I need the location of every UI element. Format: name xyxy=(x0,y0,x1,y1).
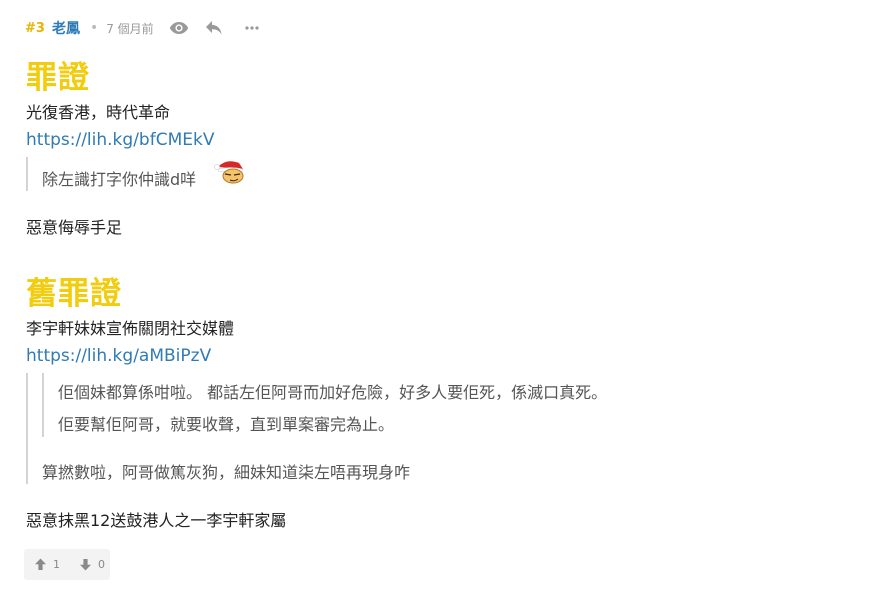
verdict-1: 惡意侮辱手足 xyxy=(26,218,123,237)
quote-bar-1 xyxy=(26,157,28,191)
thread-link-1[interactable]: https://lih.kg/bfCMEkV xyxy=(26,130,214,150)
thread-link-2[interactable]: https://lih.kg/aMBiPzV xyxy=(26,346,211,366)
santa-emoji-icon xyxy=(212,157,248,189)
separator-dot: • xyxy=(89,20,99,36)
thumbs-up-icon xyxy=(34,558,47,571)
quote-text-1: 除左識打字你仲識d咩 xyxy=(42,166,196,190)
thumbs-down-icon xyxy=(79,558,92,571)
vote-bar: 1 0 xyxy=(24,549,110,580)
heading-evidence: 罪證 xyxy=(26,60,90,96)
post-header: #3 老鳳 • 7 個月前 xyxy=(25,16,259,40)
floor-number: #3 xyxy=(25,20,45,36)
nested-quote-line-1: 佢個妹都算係咁啦。 都話左佢阿哥而加好危險，好多人要佢死，係滅口真死。 xyxy=(58,383,608,402)
heading-old-evidence: 舊罪證 xyxy=(26,276,122,312)
author-name[interactable]: 老鳳 xyxy=(52,18,80,38)
verdict-2: 惡意抹黑12送鼓港人之一李宇軒家屬 xyxy=(26,511,287,530)
upvote-count: 1 xyxy=(53,558,60,571)
upvote-button[interactable]: 1 xyxy=(34,558,60,571)
nested-quote-line-2: 佢要幫佢阿哥，就要收聲，直到單案審完為止。 xyxy=(58,415,395,434)
quote-text-1-content: 除左識打字你仲識d咩 xyxy=(42,170,197,189)
downvote-button[interactable]: 0 xyxy=(79,558,105,571)
thread-title-2: 李宇軒妹妹宣佈關閉社交媒體 xyxy=(26,319,235,338)
post-time: 7 個月前 xyxy=(106,21,154,36)
quote-text-2: 算撚數啦，阿哥做篤灰狗，細妹知道柒左唔再現身咋 xyxy=(42,463,411,482)
more-icon[interactable] xyxy=(245,26,259,30)
reply-icon[interactable] xyxy=(205,20,223,36)
thread-title-1: 光復香港，時代革命 xyxy=(26,103,171,122)
downvote-count: 0 xyxy=(98,558,105,571)
quote-bar-2 xyxy=(26,373,28,484)
eye-icon[interactable] xyxy=(169,21,189,35)
nested-quote-bar xyxy=(42,373,44,437)
